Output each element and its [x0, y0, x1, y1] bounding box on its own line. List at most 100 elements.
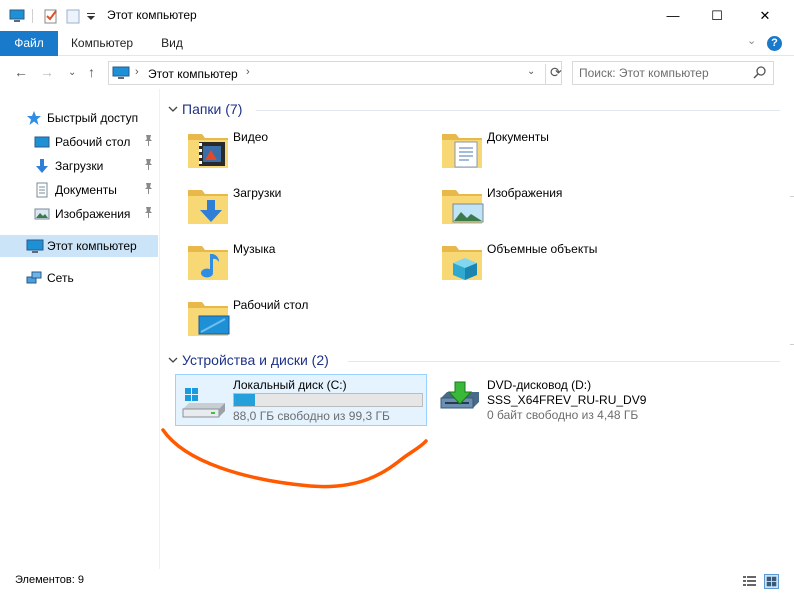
folder-name: Документы: [487, 130, 549, 144]
group-header-folders[interactable]: Папки (7): [168, 101, 242, 117]
new-folder-icon[interactable]: [65, 8, 81, 24]
pictures-folder-icon: [442, 190, 484, 224]
pictures-icon: [34, 208, 50, 220]
window-title: Этот компьютер: [107, 8, 197, 22]
minimize-button[interactable]: —: [650, 0, 696, 31]
folder-item-music[interactable]: Музыка: [185, 238, 425, 290]
folder-name: Загрузки: [233, 186, 282, 200]
help-button[interactable]: ?: [767, 36, 782, 51]
expand-ribbon-button[interactable]: ⌄: [747, 34, 756, 47]
documents-folder-icon: [442, 134, 482, 168]
drive-item-c[interactable]: Локальный диск (C:) 88,0 ГБ свободно из …: [175, 374, 427, 426]
drive-free-space: 0 байт свободно из 4,48 ГБ: [487, 408, 639, 422]
sidebar-item-downloads[interactable]: Загрузки: [0, 155, 158, 177]
breadcrumb-separator[interactable]: ›: [246, 66, 250, 78]
tab-computer[interactable]: Компьютер: [62, 31, 142, 56]
folder-name: Объемные объекты: [487, 242, 598, 256]
sidebar-item-label: Этот компьютер: [47, 239, 137, 253]
refresh-button[interactable]: ⟳: [545, 64, 562, 84]
search-box[interactable]: [572, 61, 774, 85]
computer-icon: [26, 239, 44, 253]
forward-button[interactable]: →: [40, 64, 54, 80]
sidebar-item-label: Изображения: [55, 207, 131, 221]
scrollbar-mark: [790, 344, 794, 345]
divider: [348, 361, 780, 362]
sidebar-item-label: Документы: [55, 183, 117, 197]
sidebar-item-label: Быстрый доступ: [47, 111, 139, 125]
tiles-view-icon[interactable]: [764, 574, 779, 589]
navigation-pane: Быстрый доступ Рабочий стол Загрузки Док…: [0, 89, 160, 569]
customize-quick-access-icon[interactable]: [86, 8, 96, 24]
folder-item-video[interactable]: Видео: [185, 126, 425, 178]
close-button[interactable]: ✕: [742, 0, 788, 31]
breadcrumb-separator[interactable]: ›: [135, 66, 139, 78]
tab-view[interactable]: Вид: [150, 31, 194, 56]
sidebar-item-label: Рабочий стол: [55, 135, 131, 149]
folder-item-documents[interactable]: Документы: [439, 126, 679, 178]
status-bar: Элементов: 9: [0, 570, 794, 594]
folder-name: Видео: [233, 130, 269, 144]
group-title: Папки (7): [182, 101, 243, 117]
address-bar[interactable]: › Этот компьютер › ⌄ ⟳: [108, 61, 562, 85]
maximize-button[interactable]: ☐: [694, 0, 740, 31]
drive-volume-label: SSS_X64FREV_RU-RU_DV9: [487, 393, 647, 407]
documents-icon: [36, 182, 48, 198]
recent-locations-button[interactable]: ⌄: [68, 67, 76, 78]
back-button[interactable]: ←: [14, 64, 28, 80]
folder-item-3d-objects[interactable]: Объемные объекты: [439, 238, 679, 290]
pin-icon[interactable]: [144, 183, 153, 197]
up-button[interactable]: ↑: [88, 64, 95, 80]
group-title: Устройства и диски (2): [182, 352, 329, 368]
search-input[interactable]: [579, 66, 749, 80]
chevron-down-icon[interactable]: [168, 356, 178, 367]
drive-free-space: 88,0 ГБ свободно из 99,3 ГБ: [233, 409, 390, 423]
hard-drive-icon: [182, 388, 225, 418]
desktop-folder-icon: [188, 302, 230, 336]
sidebar-item-label: Загрузки: [55, 159, 104, 173]
tab-file[interactable]: Файл: [0, 31, 58, 56]
properties-icon[interactable]: [43, 8, 59, 24]
disk-usage-bar: [233, 393, 423, 407]
chevron-down-icon[interactable]: [168, 105, 178, 116]
pin-icon[interactable]: [144, 207, 153, 221]
music-folder-icon: [188, 246, 228, 280]
sidebar-item-documents[interactable]: Документы: [0, 179, 158, 201]
network-icon: [26, 271, 42, 284]
item-count: Элементов: 9: [15, 574, 84, 586]
divider: [256, 110, 780, 111]
computer-icon: [9, 9, 25, 22]
drive-name: Локальный диск (C:): [233, 378, 347, 392]
drive-name: DVD-дисковод (D:): [487, 378, 592, 392]
folder-item-pictures[interactable]: Изображения: [439, 182, 679, 234]
sidebar-item-desktop[interactable]: Рабочий стол: [0, 131, 158, 153]
folder-name: Изображения: [487, 186, 563, 200]
desktop-icon: [34, 136, 50, 148]
drive-item-d[interactable]: DVD-дисковод (D:) SSS_X64FREV_RU-RU_DV9 …: [439, 374, 699, 426]
sidebar-item-quick-access[interactable]: Быстрый доступ: [0, 107, 158, 129]
folder-name: Музыка: [233, 242, 276, 256]
download-icon: [36, 159, 48, 173]
folder-item-desktop[interactable]: Рабочий стол: [185, 294, 425, 346]
sidebar-item-pictures[interactable]: Изображения: [0, 203, 158, 225]
divider: [32, 9, 33, 23]
star-icon: [27, 111, 41, 125]
sidebar-item-this-pc[interactable]: Этот компьютер: [0, 235, 158, 257]
pin-icon[interactable]: [144, 159, 153, 173]
video-folder-icon: [188, 134, 228, 168]
folder-item-downloads[interactable]: Загрузки: [185, 182, 425, 234]
scrollbar-mark: [790, 196, 794, 197]
breadcrumb-this-pc[interactable]: Этот компьютер: [148, 67, 238, 81]
navigation-bar: ← → ⌄ ↑ › Этот компьютер › ⌄ ⟳: [0, 57, 794, 89]
address-dropdown-button[interactable]: ⌄: [527, 66, 535, 77]
search-icon[interactable]: [753, 65, 767, 79]
pin-icon[interactable]: [144, 135, 153, 149]
sidebar-item-network[interactable]: Сеть: [0, 267, 158, 289]
ribbon: Файл Компьютер Вид ⌄ ?: [0, 31, 794, 56]
folder-name: Рабочий стол: [233, 298, 309, 312]
computer-icon: [112, 66, 130, 79]
disk-usage-fill: [234, 394, 256, 406]
group-header-drives[interactable]: Устройства и диски (2): [168, 352, 329, 368]
details-view-icon[interactable]: [742, 574, 757, 589]
dvd-drive-icon: [440, 381, 479, 409]
title-bar: Этот компьютер — ☐ ✕: [0, 0, 794, 31]
